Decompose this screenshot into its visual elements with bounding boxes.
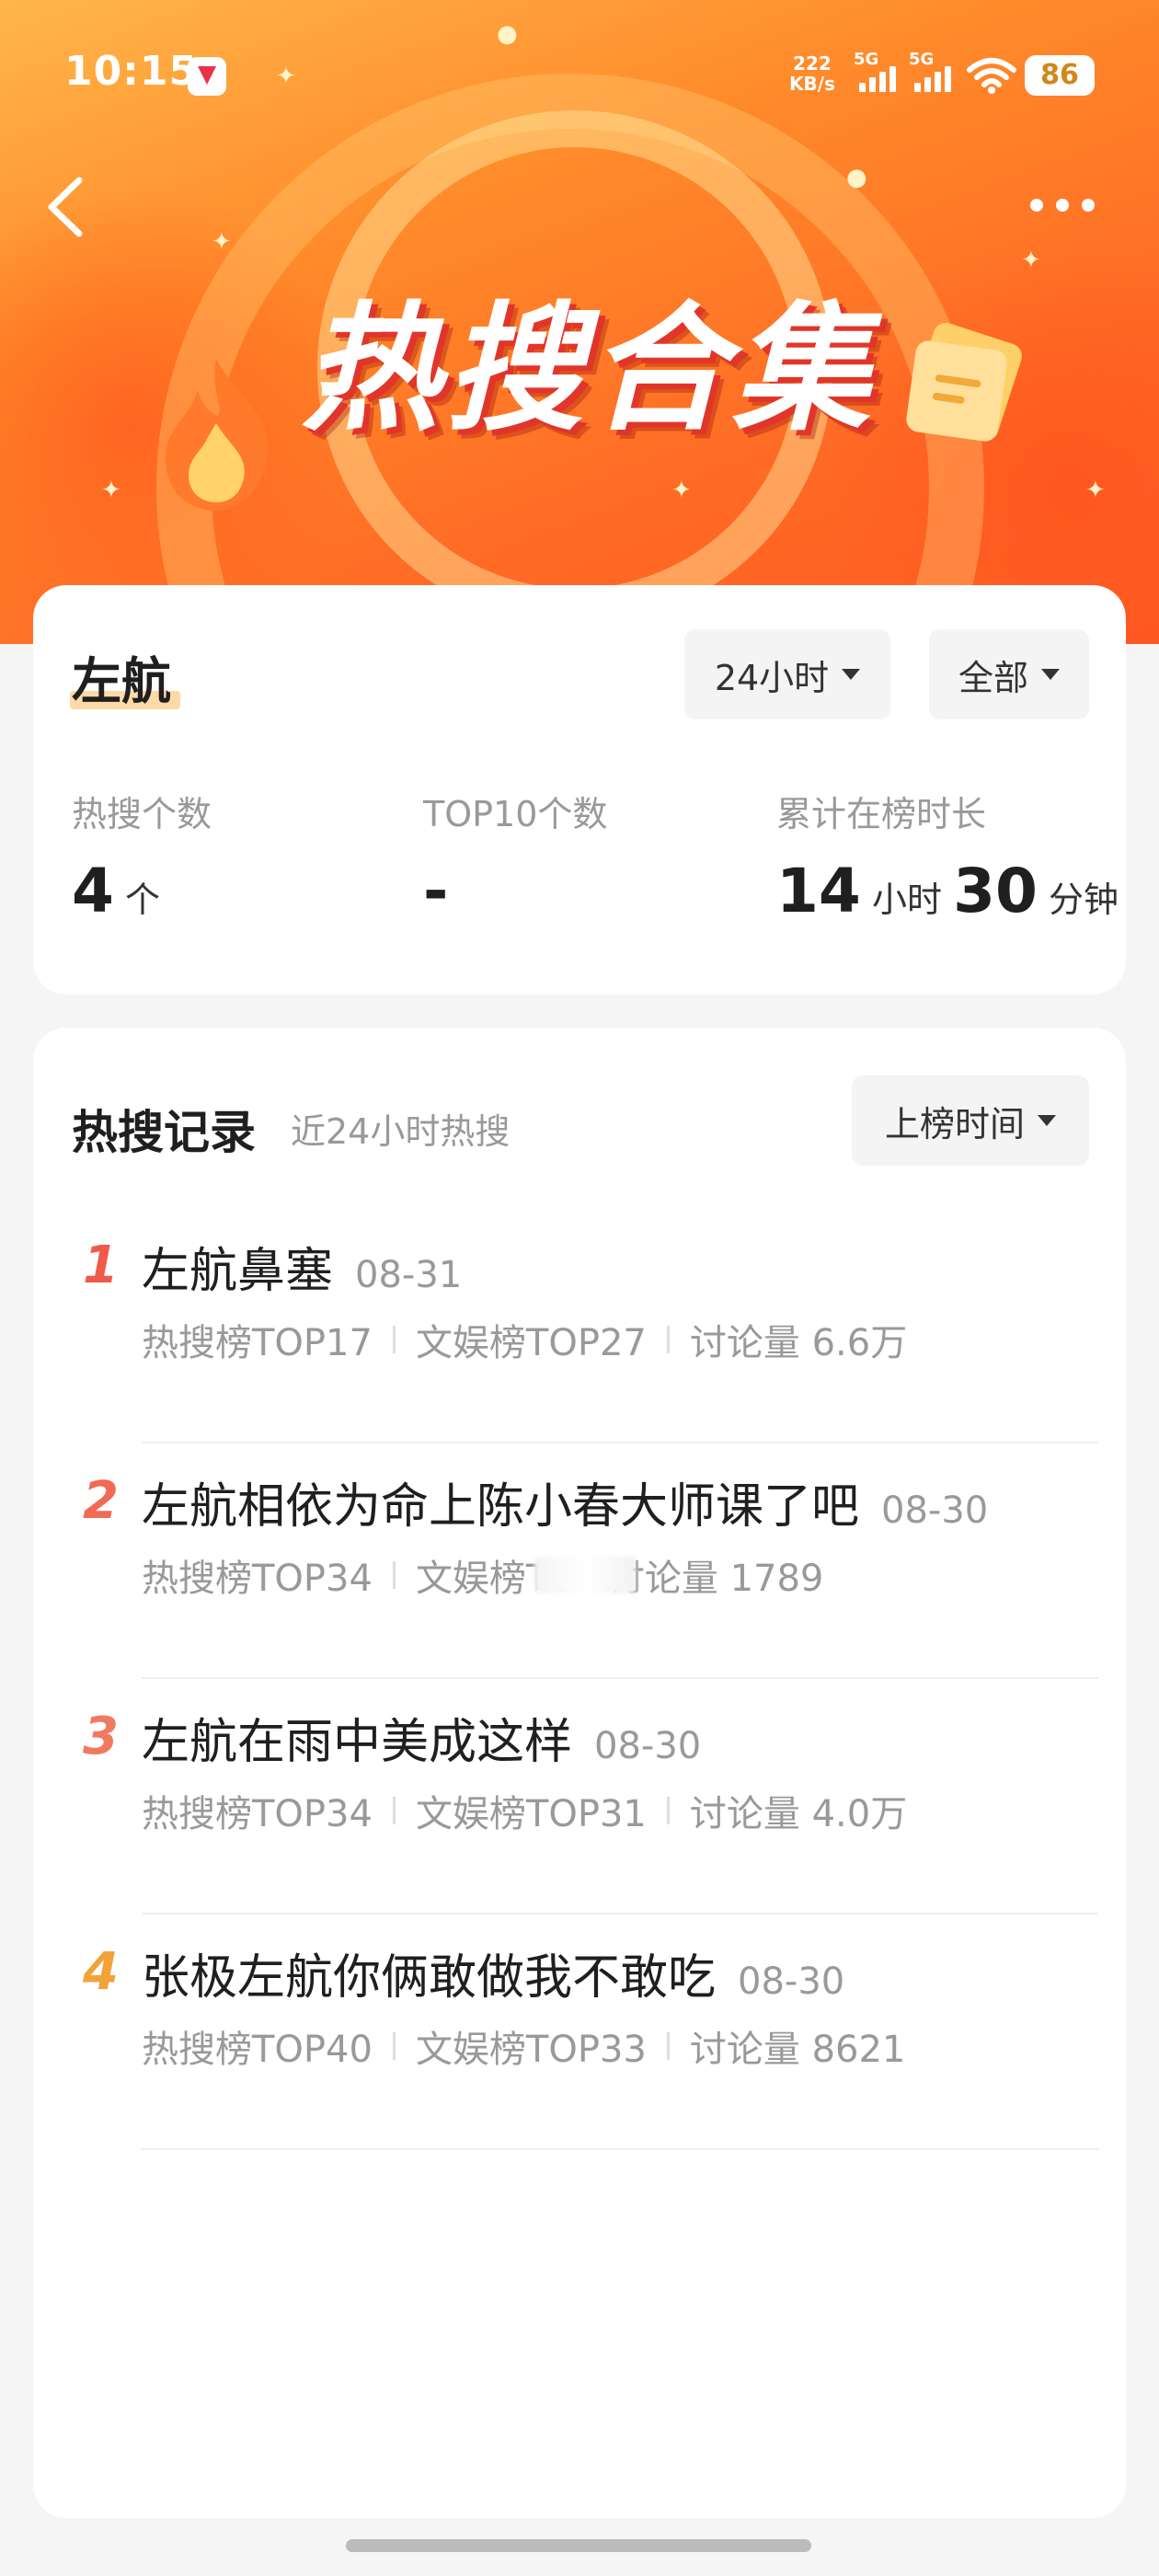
records-subtitle: 近24小时热搜 <box>291 1111 511 1152</box>
battery-icon: 86 <box>1025 55 1095 96</box>
app-notification-icon <box>188 57 226 96</box>
record-headline[interactable]: 张极左航你俩敢做我不敢吃 08-30 <box>142 1938 844 2007</box>
record-item[interactable]: 1 左航鼻塞 08-31 热搜榜TOP17 文娱榜TOP27 讨论量 6.6万 <box>33 1208 1126 1443</box>
person-name: 左航 <box>70 640 180 713</box>
stat-label-top10: TOP10个数 <box>423 794 608 834</box>
records-title: 热搜记录 <box>72 1106 256 1159</box>
stat-label-duration: 累计在榜时长 <box>776 794 987 834</box>
record-meta: 热搜榜TOP17 文娱榜TOP27 讨论量 6.6万 <box>142 1322 908 1364</box>
back-button[interactable] <box>42 175 88 239</box>
record-rank: 4 <box>83 1942 119 2002</box>
status-time: 10:15 <box>64 48 199 95</box>
type-filter-dropdown[interactable]: 全部 <box>929 629 1089 719</box>
caret-down-icon <box>842 669 861 680</box>
record-rank: 3 <box>83 1707 119 1766</box>
flame-icon <box>166 359 269 511</box>
summary-card: 左航 24小时 全部 热搜个数 TOP10个数 累计在榜时长 4 个 - 14 … <box>33 585 1126 995</box>
record-rank: 1 <box>83 1236 119 1295</box>
records-card: 热搜记录 近24小时热搜 上榜时间 1 左航鼻塞 08-31 热搜榜TOP17 文… <box>33 1028 1126 2518</box>
banner-title: 热搜合集 <box>301 290 876 450</box>
status-bar: 10:15 222 KB/s 5G 5G 86 <box>0 37 1159 110</box>
more-options-button[interactable] <box>1030 191 1113 219</box>
record-meta: 热搜榜TOP34 文娱榜TOP31 讨论量 4.0万 <box>142 1793 908 1835</box>
sort-dropdown[interactable]: 上榜时间 <box>852 1075 1089 1166</box>
time-filter-dropdown[interactable]: 24小时 <box>684 629 890 719</box>
stat-label-count: 热搜个数 <box>72 794 212 834</box>
record-meta: 热搜榜TOP34 文娱榜TOF 讨论量 1789 <box>142 1557 824 1600</box>
record-meta: 热搜榜TOP40 文娱榜TOP33 讨论量 8621 <box>142 2029 906 2071</box>
caret-down-icon <box>1041 669 1060 680</box>
record-date: 08-31 <box>355 1254 463 1296</box>
record-headline[interactable]: 左航在雨中美成这样 08-30 <box>142 1703 701 1772</box>
record-headline[interactable]: 左航相依为命上陈小春大师课了吧 08-30 <box>142 1467 988 1536</box>
hero-banner: ✦ ● ● ✦ ✦ ✦ ✦ ✦ 10:15 222 KB/s 5G 5G 86 <box>0 0 1159 644</box>
record-rank: 2 <box>83 1471 119 1531</box>
record-date: 08-30 <box>594 1725 702 1767</box>
record-item[interactable]: 3 左航在雨中美成这样 08-30 热搜榜TOP34 文娱榜TOP31 讨论量 4… <box>33 1679 1126 1915</box>
record-item[interactable]: 2 左航相依为命上陈小春大师课了吧 08-30 热搜榜TOP34 文娱榜TOF 讨… <box>33 1443 1126 1679</box>
caret-down-icon <box>1038 1115 1056 1126</box>
stat-value-top10: - <box>423 856 449 926</box>
folder-icon <box>906 322 1022 442</box>
stat-value-count: 4 个 <box>72 856 161 926</box>
wifi-icon <box>967 58 1016 94</box>
record-item[interactable]: 4 张极左航你俩敢做我不敢吃 08-30 热搜榜TOP40 文娱榜TOP33 讨论… <box>33 1915 1126 2150</box>
record-headline[interactable]: 左航鼻塞 08-31 <box>142 1232 462 1301</box>
record-date: 08-30 <box>881 1489 989 1532</box>
home-indicator[interactable] <box>346 2539 811 2552</box>
record-date: 08-30 <box>738 1961 845 2003</box>
network-speed: 222 KB/s <box>789 52 835 95</box>
signal-strength-icon: 5G <box>909 50 957 96</box>
stat-value-duration: 14 小时 30 分钟 <box>776 856 1119 926</box>
signal-strength-icon: 5G <box>854 50 901 96</box>
